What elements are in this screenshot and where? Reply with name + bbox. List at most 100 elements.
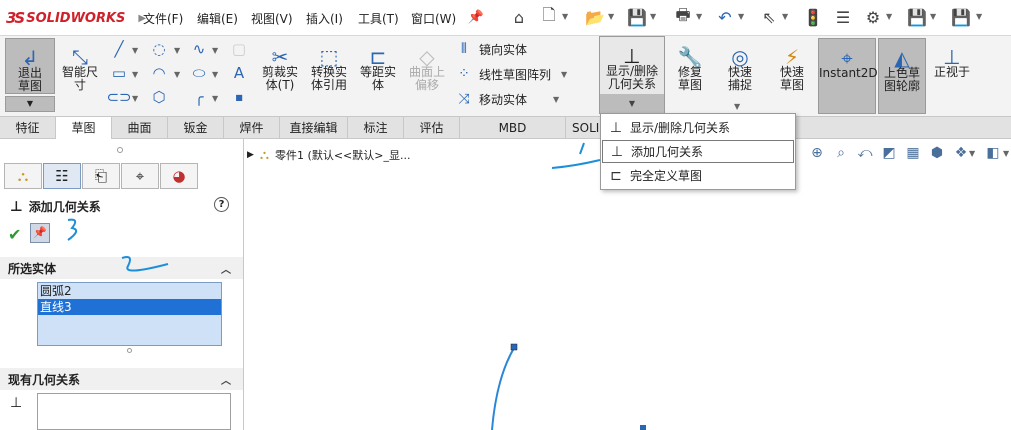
quick-snaps-dropdown-icon[interactable]: ▼ — [734, 102, 740, 111]
list-item[interactable]: 直线3 — [38, 299, 221, 315]
tab-surfaces[interactable]: 曲面 — [112, 117, 168, 139]
undo-dropdown-icon[interactable]: ▼ — [738, 12, 744, 21]
configuration-manager-tab[interactable]: ⎗ — [82, 163, 120, 189]
keep-visible-pin-icon[interactable]: 📌 — [30, 223, 50, 243]
slot-dropdown-icon[interactable]: ▼ — [132, 94, 138, 103]
arc-dropdown-icon[interactable]: ▼ — [174, 70, 180, 79]
trim-entities-button[interactable]: ✂ 剪裁实体(T) — [257, 38, 303, 114]
tab-weldments[interactable]: 焊件 — [224, 117, 280, 139]
pin-icon[interactable]: 📌 — [465, 6, 487, 28]
selected-entities-section[interactable]: 所选实体 ︿ — [0, 257, 243, 279]
convert-entities-button[interactable]: ⬚ 转换实体引用 — [305, 38, 353, 114]
menu-window[interactable]: 窗口(W) — [411, 10, 456, 27]
ellipse-dropdown-icon[interactable]: ▼ — [212, 70, 218, 79]
save-as-dropdown-icon[interactable]: ▼ — [976, 12, 982, 21]
existing-relations-list[interactable] — [37, 393, 231, 430]
instant2d-button[interactable]: ⌖ Instant2D — [818, 38, 878, 114]
rapid-sketch-button[interactable]: ⚡ 快速草图 — [769, 38, 815, 114]
collapse-caret-icon[interactable]: ︿ — [221, 372, 231, 387]
save-dropdown-icon[interactable]: ▼ — [650, 12, 656, 21]
arc-endpoint[interactable] — [510, 343, 518, 351]
fillet-icon[interactable]: ╭ — [188, 86, 210, 108]
print-icon[interactable]: 🖶 — [672, 5, 694, 28]
menu-item-fully-define-sketch[interactable]: ⊏ 完全定义草图 — [602, 164, 794, 187]
line-dropdown-icon[interactable]: ▼ — [132, 46, 138, 55]
line-icon[interactable]: ╱ — [108, 38, 130, 60]
arc-entity[interactable] — [491, 347, 515, 430]
tab-sketch[interactable]: 草图 — [56, 117, 112, 139]
spline-dropdown-icon[interactable]: ▼ — [212, 46, 218, 55]
shaded-sketch-contours-button[interactable]: ◭ 上色草图轮廓 — [878, 38, 926, 114]
new-dropdown-icon[interactable]: ▼ — [562, 12, 568, 21]
open-icon[interactable]: 📂 — [584, 6, 606, 28]
line-endpoint[interactable] — [640, 425, 646, 430]
slot-icon[interactable]: ⊂⊃ — [106, 86, 131, 108]
relations-dropdown-arrow[interactable]: ▼ — [600, 94, 664, 113]
open-dropdown-icon[interactable]: ▼ — [608, 12, 614, 21]
offset-entities-button[interactable]: ⊏ 等距实体 — [355, 38, 401, 114]
collapse-caret-icon[interactable]: ︿ — [221, 261, 231, 276]
menu-item-display-delete-relations[interactable]: ⊥ 显示/删除几何关系 — [602, 116, 794, 139]
tab-features[interactable]: 特征 — [0, 117, 56, 139]
menu-file[interactable]: 文件(F) — [143, 10, 183, 27]
tab-evaluate[interactable]: 评估 — [404, 117, 460, 139]
circle-icon[interactable]: ◌ — [148, 38, 170, 60]
menu-insert[interactable]: 插入(I) — [306, 10, 343, 27]
text-icon[interactable]: A — [228, 62, 250, 84]
normal-to-button[interactable]: ⊥ 正视于 — [930, 38, 974, 114]
rebuild-traffic-light-icon[interactable]: 🚦 — [802, 6, 824, 28]
ok-checkmark-icon[interactable]: ✔ — [8, 225, 21, 244]
tab-direct-editing[interactable]: 直接编辑 — [280, 117, 348, 139]
select-dropdown-icon[interactable]: ▼ — [782, 12, 788, 21]
linear-pattern-dropdown-icon[interactable]: ▼ — [561, 70, 567, 79]
exit-sketch-dropdown[interactable]: ▼ — [5, 96, 55, 112]
menu-view[interactable]: 视图(V) — [251, 10, 293, 27]
save-icon-2[interactable]: 💾 — [906, 6, 928, 28]
menu-item-add-relation[interactable]: ⊥ 添加几何关系 — [602, 140, 794, 163]
options-gear-icon[interactable]: ⚙ — [862, 6, 884, 28]
spline-icon[interactable]: ∿ — [188, 38, 210, 60]
print-dropdown-icon[interactable]: ▼ — [696, 12, 702, 21]
mirror-entities-button[interactable]: ⫴ 镜向实体 — [455, 38, 527, 60]
property-manager-tab[interactable]: ☷ — [43, 163, 81, 189]
tab-sheet-metal[interactable]: 钣金 — [168, 117, 224, 139]
rectangle-dropdown-icon[interactable]: ▼ — [132, 70, 138, 79]
tab-mbd-dimensions[interactable]: MBD Dimensions — [460, 117, 566, 157]
select-arrow-icon[interactable]: ⇖ — [758, 6, 780, 28]
repair-sketch-button[interactable]: 🔧 修复草图 — [668, 38, 712, 114]
home-icon[interactable]: ⌂ — [508, 6, 530, 28]
exit-sketch-button[interactable]: ↲ 退出草图 — [5, 38, 55, 94]
new-document-icon[interactable]: 🗋 — [538, 5, 560, 28]
tab-solidworks-addins[interactable]: SOLI — [566, 117, 604, 139]
arc-icon[interactable]: ◠ — [148, 62, 170, 84]
display-manager-tab[interactable]: ◕ — [160, 163, 198, 189]
move-entities-button[interactable]: ⤨ 移动实体 ▼ — [455, 88, 559, 110]
file-properties-icon[interactable]: ☰ — [832, 6, 854, 28]
move-dropdown-icon[interactable]: ▼ — [553, 95, 559, 104]
rectangle-icon[interactable]: ▭ — [108, 62, 130, 84]
existing-relations-section[interactable]: 现有几何关系 ︿ — [0, 368, 243, 390]
fillet-dropdown-icon[interactable]: ▼ — [212, 94, 218, 103]
offset-on-surface-label: 曲面上偏移 — [408, 65, 445, 92]
circle-dropdown-icon[interactable]: ▼ — [174, 46, 180, 55]
dimxpert-manager-tab[interactable]: ⌖ — [121, 163, 159, 189]
menu-tools[interactable]: 工具(T) — [358, 10, 399, 27]
menu-edit[interactable]: 编辑(E) — [197, 10, 238, 27]
panel-grip-handle[interactable] — [117, 147, 123, 153]
ellipse-icon[interactable]: ⬭ — [188, 62, 210, 84]
save-as-icon[interactable]: 💾 — [950, 6, 972, 28]
save-icon[interactable]: 💾 — [626, 6, 648, 28]
polygon-icon[interactable]: ⬡ — [148, 86, 170, 108]
list-item[interactable]: 圆弧2 — [38, 283, 221, 299]
linear-pattern-button[interactable]: ⁘ 线性草图阵列 ▼ — [455, 63, 567, 85]
feature-manager-tab[interactable]: ⛬ — [4, 163, 42, 189]
point-icon[interactable]: ■ — [228, 86, 250, 108]
options-dropdown-icon[interactable]: ▼ — [886, 12, 892, 21]
undo-icon[interactable]: ↶ — [714, 6, 736, 28]
save-dropdown-icon-2[interactable]: ▼ — [930, 12, 936, 21]
selected-entities-list[interactable]: 圆弧2 直线3 — [37, 282, 222, 346]
smart-dimension-button[interactable]: ⤡ 智能尺寸 — [58, 38, 102, 114]
list-resize-handle[interactable] — [127, 348, 132, 353]
tab-markup[interactable]: 标注 — [348, 117, 404, 139]
help-icon[interactable]: ? — [214, 197, 229, 212]
